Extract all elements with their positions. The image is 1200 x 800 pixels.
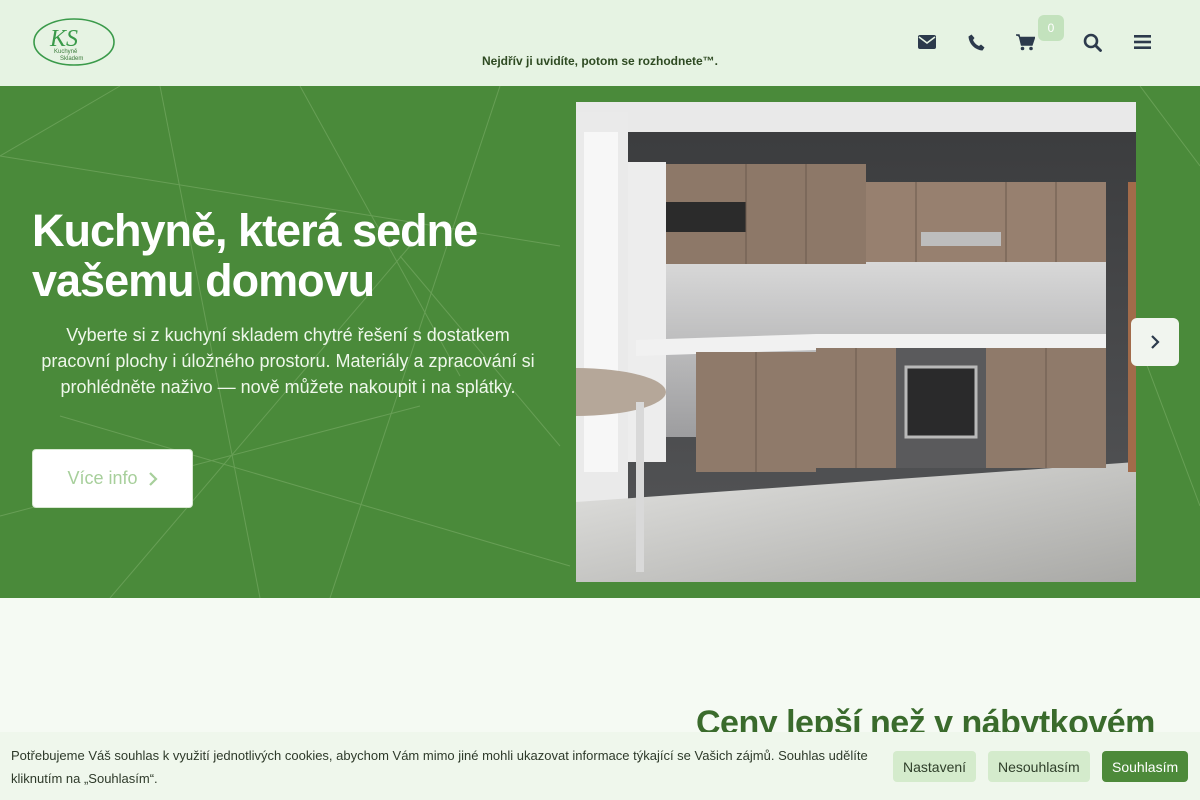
tagline: Nejdřív ji uvidíte, potom se rozhodnete™… — [481, 54, 719, 68]
carousel-next-button[interactable] — [1131, 318, 1179, 366]
cookie-decline-button[interactable]: Nesouhlasím — [988, 751, 1090, 782]
cookie-consent-bar: Potřebujeme Váš souhlas k využití jednot… — [0, 732, 1200, 800]
envelope-icon[interactable] — [913, 28, 941, 56]
hero-banner: Kuchyně, která sedne vašemu domovu Vyber… — [0, 86, 1200, 598]
cookie-accept-button[interactable]: Souhlasím — [1102, 751, 1189, 782]
cart-count-badge: 0 — [1038, 15, 1064, 41]
chevron-right-icon — [1151, 335, 1160, 349]
cart-icon[interactable] — [1011, 28, 1039, 56]
more-info-button[interactable]: Více info — [32, 449, 193, 508]
hero-description: Vyberte si z kuchyní skladem chytré řeše… — [41, 325, 535, 397]
chevron-right-icon — [148, 471, 158, 486]
search-icon[interactable] — [1078, 28, 1106, 56]
site-header: KS Kuchyně Skladem Nejdřív ji uvidíte, p… — [0, 0, 1200, 86]
cookie-settings-button[interactable]: Nastavení — [893, 751, 977, 782]
more-info-label: Více info — [67, 468, 138, 488]
kitchen-photo — [576, 102, 1136, 582]
cookie-text: Potřebujeme Váš souhlas k využití jednot… — [11, 748, 868, 786]
phone-icon[interactable] — [962, 28, 990, 56]
menu-icon[interactable] — [1128, 28, 1156, 56]
hero-title: Kuchyně, která sedne vašemu domovu — [32, 205, 478, 306]
